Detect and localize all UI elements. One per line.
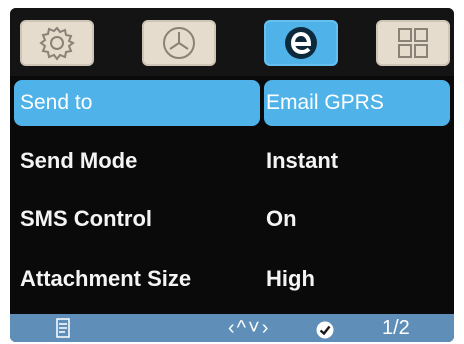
tab-menu[interactable] xyxy=(376,20,450,66)
row-label: Send Mode xyxy=(20,148,138,173)
nav-hint: ‹^˅› xyxy=(228,317,271,339)
menu-row-send-to[interactable]: Send to Email GPRS xyxy=(14,80,450,126)
checkmark-icon xyxy=(316,319,334,342)
menu-row-attachment-size[interactable]: Attachment Size High xyxy=(14,256,450,302)
gear-icon xyxy=(39,26,75,61)
menu-row-sms-control[interactable]: SMS Control On xyxy=(14,196,450,242)
tab-time[interactable] xyxy=(142,20,216,66)
tab-settings[interactable] xyxy=(20,20,94,66)
status-bar: ‹^˅› 1/2 xyxy=(10,314,454,342)
camera-screen: Send to Email GPRS Send Mode Instant SMS… xyxy=(10,8,454,342)
tab-email[interactable] xyxy=(264,20,338,66)
grid-icon xyxy=(398,28,428,58)
row-label: Attachment Size xyxy=(20,266,192,291)
row-value[interactable]: Email GPRS xyxy=(266,80,384,126)
row-label: Send to xyxy=(20,91,93,114)
row-value[interactable]: High xyxy=(266,256,315,302)
document-icon xyxy=(56,318,70,342)
page-indicator: 1/2 xyxy=(382,317,410,339)
tab-bar xyxy=(10,8,454,76)
email-e-icon xyxy=(285,27,317,59)
row-label: SMS Control xyxy=(20,206,152,231)
row-value[interactable]: On xyxy=(266,196,297,242)
menu-row-send-mode[interactable]: Send Mode Instant xyxy=(14,138,450,184)
row-value[interactable]: Instant xyxy=(266,138,338,184)
clock-icon xyxy=(163,27,195,59)
